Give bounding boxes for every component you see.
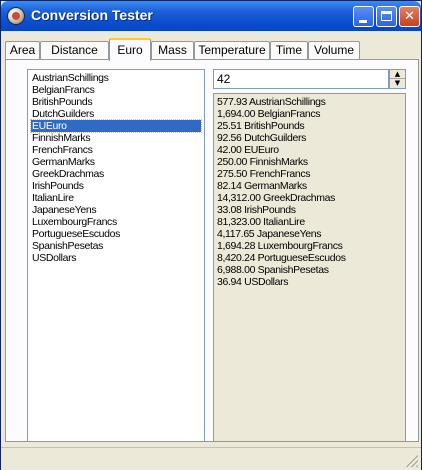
- result-line: 250.00 FinnishMarks: [217, 156, 308, 168]
- results-panel: 577.93 AustrianSchillings 1,694.00 Belgi…: [213, 93, 406, 442]
- amount-input[interactable]: 42: [213, 69, 389, 89]
- tab-area[interactable]: Area: [5, 41, 40, 60]
- minimize-button[interactable]: [353, 6, 374, 27]
- spin-up-arrow-icon[interactable]: ▲: [390, 70, 405, 79]
- list-item-selected[interactable]: EUEuro: [30, 119, 202, 133]
- result-line: 8,420.24 PortugueseEscudos: [217, 252, 346, 264]
- result-line: 33.08 IrishPounds: [217, 204, 296, 216]
- list-item[interactable]: BritishPounds: [31, 96, 93, 108]
- list-item[interactable]: AustrianSchillings: [31, 72, 109, 84]
- result-line: 6,988.00 SpanishPesetas: [217, 264, 329, 276]
- result-line: 36.94 USDollars: [217, 276, 289, 288]
- list-item[interactable]: GermanMarks: [31, 156, 95, 168]
- result-line: 81,323.00 ItalianLire: [217, 216, 305, 228]
- tab-time[interactable]: Time: [270, 41, 308, 60]
- list-item[interactable]: USDollars: [31, 252, 76, 264]
- maximize-icon: [381, 11, 392, 21]
- maximize-button[interactable]: [376, 6, 397, 27]
- list-item[interactable]: BelgianFrancs: [31, 84, 95, 96]
- close-icon: ✕: [404, 9, 415, 24]
- close-button[interactable]: ✕: [399, 6, 420, 27]
- result-line: 1,694.00 BelgianFrancs: [217, 108, 321, 120]
- tab-volume[interactable]: Volume: [308, 41, 360, 60]
- list-item[interactable]: FrenchFrancs: [31, 144, 93, 156]
- result-line: 82.14 GermanMarks: [217, 180, 307, 192]
- tab-mass[interactable]: Mass: [151, 41, 194, 60]
- list-item[interactable]: GreekDrachmas: [31, 168, 104, 180]
- currency-listbox[interactable]: AustrianSchillings BelgianFrancs British…: [27, 69, 205, 442]
- list-item[interactable]: PortugueseEscudos: [31, 228, 120, 240]
- minimize-icon: [359, 20, 367, 23]
- result-line: 92.56 DutchGuilders: [217, 132, 307, 144]
- list-item[interactable]: LuxembourgFrancs: [31, 216, 117, 228]
- result-line: 25.51 BritishPounds: [217, 120, 305, 132]
- tab-euro[interactable]: Euro: [109, 38, 151, 61]
- status-bar: [1, 447, 421, 470]
- list-item[interactable]: DutchGuilders: [31, 108, 94, 120]
- list-item[interactable]: ItalianLire: [31, 192, 74, 204]
- list-item[interactable]: IrishPounds: [31, 180, 84, 192]
- list-item[interactable]: FinnishMarks: [31, 132, 91, 144]
- result-line: 275.50 FrenchFrancs: [217, 168, 311, 180]
- resize-grip-icon[interactable]: [406, 455, 418, 467]
- result-line: 1,694.28 LuxembourgFrancs: [217, 240, 343, 252]
- result-line: 42.00 EUEuro: [217, 144, 279, 156]
- amount-spinner[interactable]: ▲ ▼: [389, 69, 406, 89]
- spin-down-arrow-icon[interactable]: ▼: [390, 79, 405, 88]
- result-line: 4,117.65 JapaneseYens: [217, 228, 322, 240]
- result-line: 577.93 AustrianSchillings: [217, 96, 326, 108]
- title-bar[interactable]: Conversion Tester ✕: [1, 1, 421, 31]
- list-item[interactable]: JapaneseYens: [31, 204, 97, 216]
- result-line: 14,312.00 GreekDrachmas: [217, 192, 336, 204]
- window-title: Conversion Tester: [31, 7, 153, 23]
- app-icon[interactable]: [7, 7, 25, 25]
- app-window: Conversion Tester ✕ Area Distance Euro M…: [0, 0, 422, 470]
- list-item[interactable]: SpanishPesetas: [31, 240, 103, 252]
- tab-temperature[interactable]: Temperature: [194, 41, 270, 60]
- tab-distance[interactable]: Distance: [40, 41, 109, 60]
